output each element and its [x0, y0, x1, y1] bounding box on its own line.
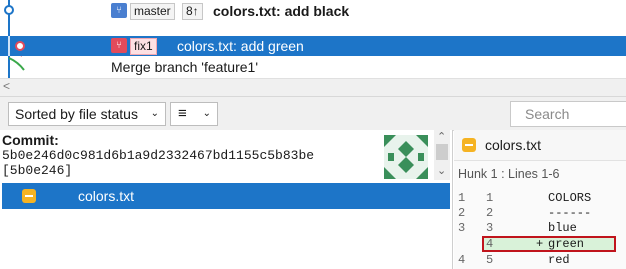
commit-message: colors.txt: add black — [213, 3, 350, 19]
commit-hash[interactable]: 5b0e246d0c981d6b1a9d2332467bd1155c5b83be — [2, 148, 314, 163]
diff-line: 1 1 COLORS — [458, 191, 592, 205]
branch-icon: ⑂ — [111, 38, 127, 53]
sort-dropdown-label: Sorted by file status — [15, 106, 138, 122]
commit-short-hash: [5b0e246] — [2, 163, 73, 178]
scroll-left-icon[interactable]: < — [3, 79, 10, 93]
modified-file-icon — [22, 189, 36, 203]
chevron-down-icon: ⌄ — [150, 108, 159, 119]
view-mode-dropdown[interactable]: ≡ ⌄ — [170, 102, 218, 126]
file-name: colors.txt — [78, 188, 135, 204]
diff-line: 4 5 red — [458, 253, 570, 267]
commit-message: Merge branch 'feature1' — [111, 59, 258, 75]
file-list-item[interactable]: colors.txt — [2, 183, 450, 209]
diff-line-added: 4 + green — [454, 236, 626, 252]
modified-file-icon — [462, 138, 476, 152]
commit-row-selected[interactable]: ⑂ fix1 colors.txt: add green — [0, 36, 626, 56]
identicon — [384, 135, 428, 179]
scroll-down-icon[interactable]: ⌄ — [437, 164, 446, 177]
scroll-up-icon[interactable]: ⌃ — [437, 130, 446, 143]
file-toolbar: Sorted by file status ⌄ ≡ ⌄ Search — [0, 96, 626, 131]
commit-row[interactable]: Merge branch 'feature1' — [0, 57, 626, 77]
commit-details-pane: Commit: 5b0e246d0c981d6b1a9d2332467bd115… — [0, 130, 453, 269]
graph-node — [8, 36, 25, 56]
chevron-down-icon: ⌄ — [202, 108, 211, 119]
branch-tag-fix1[interactable]: fix1 — [130, 38, 157, 55]
diff-pane: colors.txt Hunk 1 : Lines 1-6 1 1 COLORS… — [454, 130, 626, 269]
search-placeholder: Search — [525, 106, 570, 122]
commit-message: colors.txt: add green — [177, 38, 304, 54]
sort-dropdown[interactable]: Sorted by file status ⌄ — [8, 102, 166, 126]
commit-row[interactable]: ⑂ master 8↑ colors.txt: add black — [0, 1, 626, 21]
commit-graph: ⑂ master 8↑ colors.txt: add black ⑂ fix1… — [0, 0, 626, 96]
search-input[interactable]: Search — [510, 101, 626, 127]
diff-file-name: colors.txt — [485, 137, 542, 153]
branch-icon: ⑂ — [111, 3, 127, 18]
branch-tag-master[interactable]: master — [130, 3, 175, 20]
diff-file-header: colors.txt — [454, 130, 626, 161]
horizontal-scrollbar[interactable]: < — [0, 78, 626, 96]
list-icon: ≡ — [178, 105, 187, 122]
scroll-thumb[interactable] — [436, 144, 448, 160]
diff-lines: 1 1 COLORS 2 2 ------ 3 3 blue 4 + green… — [454, 191, 626, 269]
commit-label: Commit: — [2, 132, 59, 148]
details-scrollbar[interactable]: ⌃ ⌄ — [434, 130, 450, 180]
diff-line: 3 3 blue — [458, 221, 577, 235]
ahead-count-badge: 8↑ — [182, 3, 203, 20]
diff-line: 2 2 ------ — [458, 206, 592, 220]
hunk-header: Hunk 1 : Lines 1-6 — [458, 167, 560, 181]
